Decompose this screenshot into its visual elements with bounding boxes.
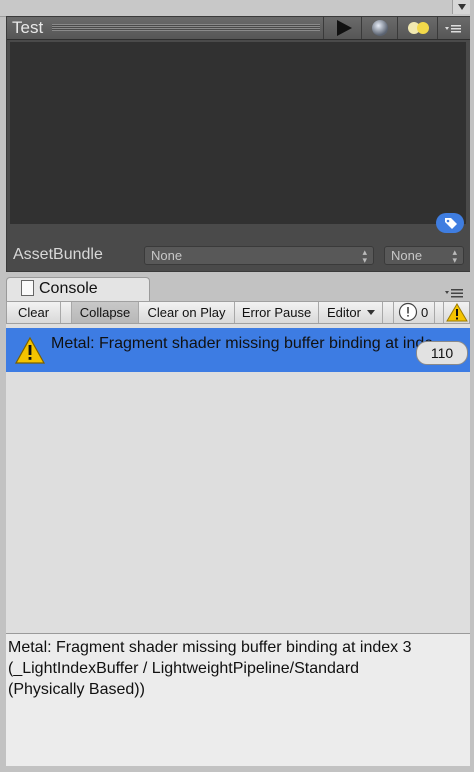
- light-button[interactable]: [397, 17, 438, 39]
- updown-arrows-icon: ▴ ▾: [452, 247, 457, 265]
- info-count: 0: [421, 305, 429, 320]
- panel-menu-icon: [445, 25, 461, 33]
- play-button[interactable]: [323, 17, 362, 39]
- assetbundle-variant-select[interactable]: None ▴ ▾: [384, 246, 464, 265]
- drag-grip[interactable]: [52, 24, 320, 31]
- console-menu-button[interactable]: [444, 287, 468, 302]
- preview-title: Test: [12, 18, 44, 37]
- preview-header: Test: [7, 17, 471, 40]
- warning-icon: [14, 336, 46, 364]
- log-detail-panel[interactable]: Metal: Fragment shader missing buffer bi…: [6, 634, 470, 766]
- tag-icon: [445, 218, 457, 229]
- chevron-down-icon: [458, 4, 466, 10]
- clear-button[interactable]: Clear: [7, 302, 61, 323]
- clear-on-play-button[interactable]: Clear on Play: [139, 302, 235, 323]
- tab-console[interactable]: Console: [6, 277, 150, 302]
- console-icon: [21, 280, 34, 296]
- log-entry-text: Metal: Fragment shader missing buffer bi…: [51, 335, 434, 352]
- collapse-button[interactable]: Collapse: [71, 302, 139, 323]
- editor-dropdown-label: Editor: [327, 305, 361, 320]
- log-count-badge: 110: [416, 341, 468, 365]
- panel-menu-icon: [445, 289, 463, 298]
- sphere-icon: [372, 20, 388, 36]
- chevron-down-icon: [367, 310, 375, 315]
- editor-dropdown[interactable]: Editor: [319, 302, 383, 323]
- tag-button[interactable]: [436, 213, 464, 233]
- error-pause-button[interactable]: Error Pause: [235, 302, 319, 323]
- assetbundle-variant-value: None: [391, 248, 423, 263]
- scroll-down-button[interactable]: [452, 0, 471, 14]
- info-toggle[interactable]: 0: [393, 302, 435, 323]
- play-icon: [337, 20, 352, 36]
- console-log-list[interactable]: Metal: Fragment shader missing buffer bi…: [6, 324, 470, 633]
- panel-menu-button[interactable]: [437, 17, 472, 39]
- window-edge: [470, 0, 474, 772]
- assetbundle-name-select[interactable]: None ▴ ▾: [144, 246, 374, 265]
- info-icon: [398, 302, 418, 322]
- warning-toggle[interactable]: [443, 302, 469, 323]
- assetbundle-name-value: None: [151, 248, 183, 263]
- top-strip: [0, 0, 474, 17]
- preview-viewport[interactable]: [10, 42, 466, 224]
- preview-panel: Test AssetBundle None ▴ ▾ None ▴ ▾: [6, 16, 472, 272]
- sphere-button[interactable]: [361, 17, 398, 39]
- tab-console-label: Console: [39, 280, 98, 297]
- log-detail-text: Metal: Fragment shader missing buffer bi…: [8, 639, 412, 698]
- warning-icon: [445, 303, 468, 322]
- light-icon: [408, 22, 429, 34]
- assetbundle-label: AssetBundle: [13, 246, 103, 263]
- console-toolbar: Clear Collapse Clear on Play Error Pause…: [6, 301, 470, 324]
- log-entry[interactable]: Metal: Fragment shader missing buffer bi…: [6, 328, 470, 372]
- updown-arrows-icon: ▴ ▾: [362, 247, 367, 265]
